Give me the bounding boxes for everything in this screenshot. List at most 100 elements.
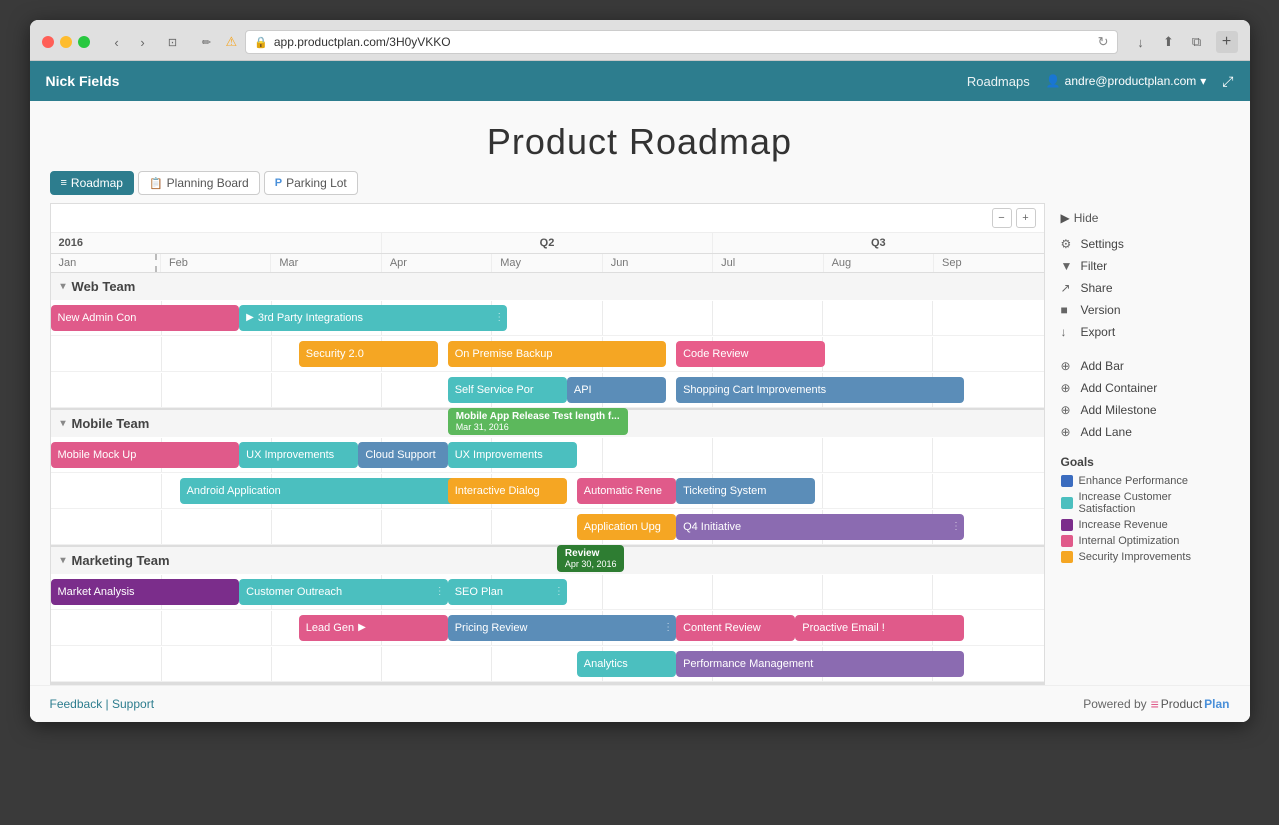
bar-market-analysis[interactable]: Market Analysis	[51, 579, 240, 605]
top-nav-right: Roadmaps 👤 andre@productplan.com ▾ ⤢	[967, 73, 1234, 90]
goal-label-4: Security Improvements	[1079, 551, 1191, 563]
bar-label: Interactive Dialog	[455, 485, 540, 497]
marketing-team-row-2-inner: Lead Gen ▶ Pricing Review ⋮ Content Revi…	[51, 611, 1044, 645]
sidebar-filter[interactable]: ▼ Filter	[1061, 255, 1230, 277]
quarter-header-row: 2016 Q2 Q3	[51, 233, 1044, 254]
bar-security[interactable]: Security 2.0	[299, 341, 438, 367]
close-button[interactable]	[42, 36, 54, 48]
mobile-team-header[interactable]: ▾ Mobile Team Mobile App Release Test le…	[51, 410, 1044, 437]
sidebar-add-milestone[interactable]: ⊕ Add Milestone	[1061, 399, 1230, 421]
tab-planning-board[interactable]: 📋 Planning Board	[138, 171, 260, 195]
bar-new-admin-con[interactable]: New Admin Con	[51, 305, 240, 331]
web-team-toggle[interactable]: ▾	[61, 281, 66, 292]
refresh-icon[interactable]: ↻	[1098, 34, 1109, 50]
bar-app-upg[interactable]: Application Upg	[577, 514, 676, 540]
bar-ux-improvements-1[interactable]: UX Improvements	[239, 442, 358, 468]
bar-proactive-email[interactable]: Proactive Email !	[795, 615, 964, 641]
bar-label: Application Upg	[584, 521, 661, 533]
share-button[interactable]: ⬆	[1158, 31, 1180, 53]
back-button[interactable]: ‹	[106, 31, 128, 53]
filter-label: Filter	[1081, 259, 1108, 273]
sidebar-settings[interactable]: ⚙ Settings	[1061, 233, 1230, 255]
bookmark-button[interactable]: ✏	[196, 31, 218, 53]
marketing-team-header[interactable]: ▾ Marketing Team Review Apr 30, 2016	[51, 547, 1044, 574]
feedback-link[interactable]: Feedback	[50, 697, 103, 711]
bar-3rd-party[interactable]: ▶ 3rd Party Integrations ⋮	[239, 305, 507, 331]
url-bar-container[interactable]: 🔒 ↻	[245, 30, 1117, 54]
dots-icon: ⋮	[435, 587, 445, 597]
goal-security-improvements: Security Improvements	[1061, 551, 1230, 563]
settings-icon: ⚙	[1061, 237, 1075, 251]
bar-label: Lead Gen	[306, 622, 354, 634]
goal-label-0: Enhance Performance	[1079, 475, 1188, 487]
fullscreen-icon[interactable]: ⤢	[1222, 73, 1233, 90]
marketing-team-toggle[interactable]: ▾	[61, 555, 66, 566]
maximize-button[interactable]	[78, 36, 90, 48]
sidebar-add-bar[interactable]: ⊕ Add Bar	[1061, 355, 1230, 377]
web-team-header[interactable]: ▾ Web Team	[51, 273, 1044, 300]
zoom-out-button[interactable]: −	[992, 208, 1012, 228]
bar-code-review[interactable]: Code Review	[676, 341, 825, 367]
roadmaps-link[interactable]: Roadmaps	[967, 74, 1030, 89]
sidebar-version[interactable]: ■ Version	[1061, 299, 1230, 321]
mobile-milestone-tooltip: Mobile App Release Test length f... Mar …	[448, 408, 628, 435]
bar-seo-plan[interactable]: SEO Plan ⋮	[448, 579, 567, 605]
bar-customer-outreach[interactable]: Customer Outreach ⋮	[239, 579, 448, 605]
bar-analytics[interactable]: Analytics	[577, 651, 676, 677]
bar-ux-improvements-2[interactable]: UX Improvements	[448, 442, 577, 468]
bar-label: Ticketing System	[683, 485, 766, 497]
warning-icon: ⚠	[226, 34, 238, 50]
bar-ticketing-system[interactable]: Ticketing System	[676, 478, 815, 504]
bar-self-service[interactable]: Self Service Por	[448, 377, 567, 403]
mobile-team-toggle[interactable]: ▾	[61, 418, 66, 429]
roadmap-title: Product Roadmap	[30, 121, 1250, 163]
dots-icon: ⋮	[663, 623, 673, 633]
bar-label: Performance Management	[683, 658, 813, 670]
bar-pricing-review[interactable]: Pricing Review ⋮	[448, 615, 676, 641]
bar-label: API	[574, 384, 592, 396]
new-tab-button[interactable]: +	[1216, 31, 1238, 53]
user-menu[interactable]: 👤 andre@productplan.com ▾	[1046, 74, 1207, 88]
tab-parking-lot[interactable]: P Parking Lot	[264, 171, 358, 195]
bar-shopping-cart[interactable]: Shopping Cart Improvements	[676, 377, 964, 403]
bar-api[interactable]: API	[567, 377, 666, 403]
bar-content-review[interactable]: Content Review	[676, 615, 795, 641]
bar-cloud-support[interactable]: Cloud Support	[358, 442, 447, 468]
roadmap-header: Product Roadmap	[30, 101, 1250, 171]
dots-icon: ⋮	[554, 587, 564, 597]
hide-button[interactable]: ▶ Hide	[1061, 211, 1230, 225]
add-lane-icon: ⊕	[1061, 425, 1075, 439]
tab-bar: ≡ Roadmap 📋 Planning Board P Parking Lot	[30, 171, 1250, 203]
url-bar[interactable]	[274, 35, 1092, 49]
sidebar-add-lane[interactable]: ⊕ Add Lane	[1061, 421, 1230, 443]
web-team-row-1-inner: New Admin Con ▶ 3rd Party Integrations ⋮	[51, 301, 1044, 335]
bar-lead-gen[interactable]: Lead Gen ▶	[299, 615, 448, 641]
forward-button[interactable]: ›	[132, 31, 154, 53]
sidebar-export[interactable]: ↓ Export	[1061, 321, 1230, 343]
tabs-button[interactable]: ⧉	[1186, 31, 1208, 53]
goals-title: Goals	[1061, 455, 1230, 469]
expand-arrow-icon: ▶	[358, 622, 366, 633]
goal-dot-pink	[1061, 535, 1073, 547]
bar-label: Security 2.0	[306, 348, 364, 360]
minimize-button[interactable]	[60, 36, 72, 48]
version-label: Version	[1081, 303, 1121, 317]
zoom-in-button[interactable]: +	[1016, 208, 1036, 228]
bar-q4-initiative[interactable]: Q4 Initiative ⋮	[676, 514, 964, 540]
quarter-2016-label: 2016	[59, 237, 373, 249]
bar-automatic-rene[interactable]: Automatic Rene	[577, 478, 676, 504]
tab-view-button[interactable]: ⊡	[162, 31, 184, 53]
tab-roadmap[interactable]: ≡ Roadmap	[50, 171, 134, 195]
bar-label: Code Review	[683, 348, 748, 360]
sidebar-share[interactable]: ↗ Share	[1061, 277, 1230, 299]
bar-interactive-dialog[interactable]: Interactive Dialog	[448, 478, 567, 504]
bar-on-premise[interactable]: On Premise Backup	[448, 341, 666, 367]
bar-android-app[interactable]: Android Application ⋮	[180, 478, 458, 504]
bar-mobile-mockup[interactable]: Mobile Mock Up	[51, 442, 240, 468]
download-button[interactable]: ↓	[1130, 31, 1152, 53]
bar-performance-mgmt[interactable]: Performance Management	[676, 651, 964, 677]
support-link[interactable]: Support	[112, 697, 154, 711]
dots-icon: ⋮	[951, 522, 961, 532]
export-label: Export	[1081, 325, 1116, 339]
sidebar-add-container[interactable]: ⊕ Add Container	[1061, 377, 1230, 399]
